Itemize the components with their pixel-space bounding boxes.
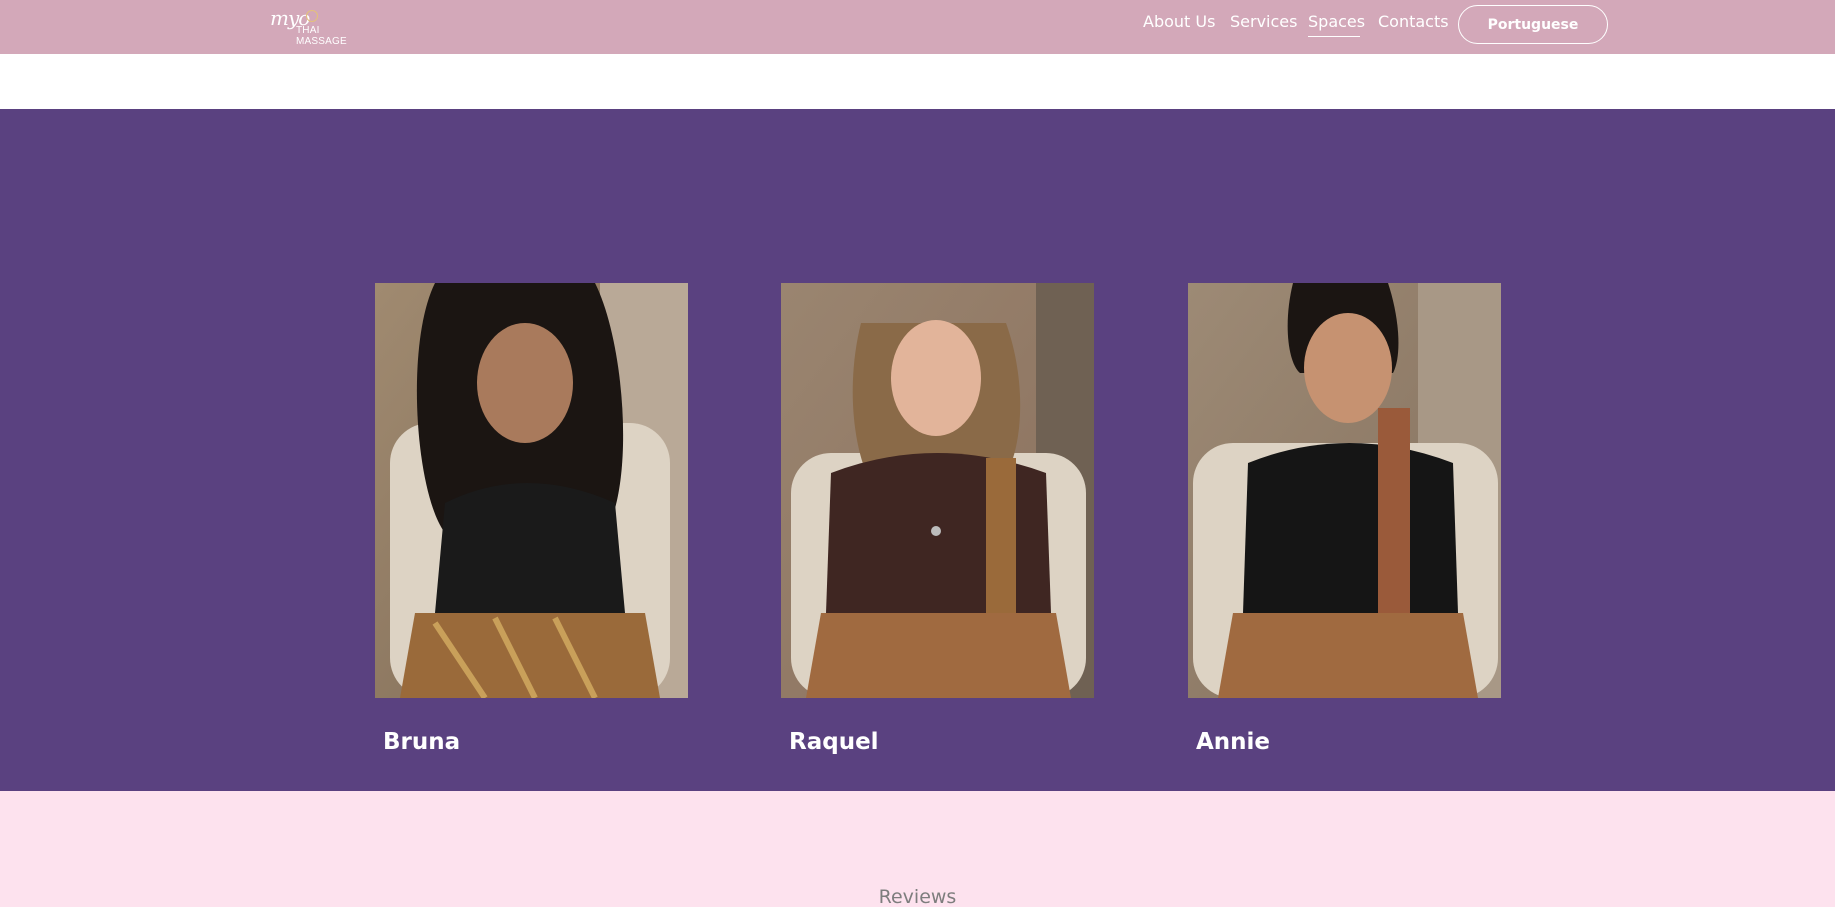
logo-subtitle: THAI MASSAGE [296, 25, 347, 47]
member-name: Annie [1196, 729, 1271, 755]
member-name: Bruna [383, 729, 461, 755]
logo-sun-icon [306, 10, 318, 22]
nav-contacts[interactable]: Contacts [1378, 12, 1449, 31]
member-photo [781, 283, 1094, 698]
member-photo [375, 283, 688, 698]
member-name: Raquel [789, 729, 879, 755]
brand-logo[interactable]: myo THAI MASSAGE [270, 6, 370, 47]
nav-services[interactable]: Services [1230, 12, 1297, 31]
active-nav-underline [1308, 36, 1360, 37]
nav-about-us[interactable]: About Us [1143, 12, 1215, 31]
site-header: myo THAI MASSAGE About Us Services Space… [0, 0, 1835, 54]
nav-spaces[interactable]: Spaces [1308, 12, 1365, 31]
reviews-title: Reviews [878, 886, 957, 907]
member-photo [1188, 283, 1501, 698]
language-button[interactable]: Portuguese [1458, 5, 1608, 44]
